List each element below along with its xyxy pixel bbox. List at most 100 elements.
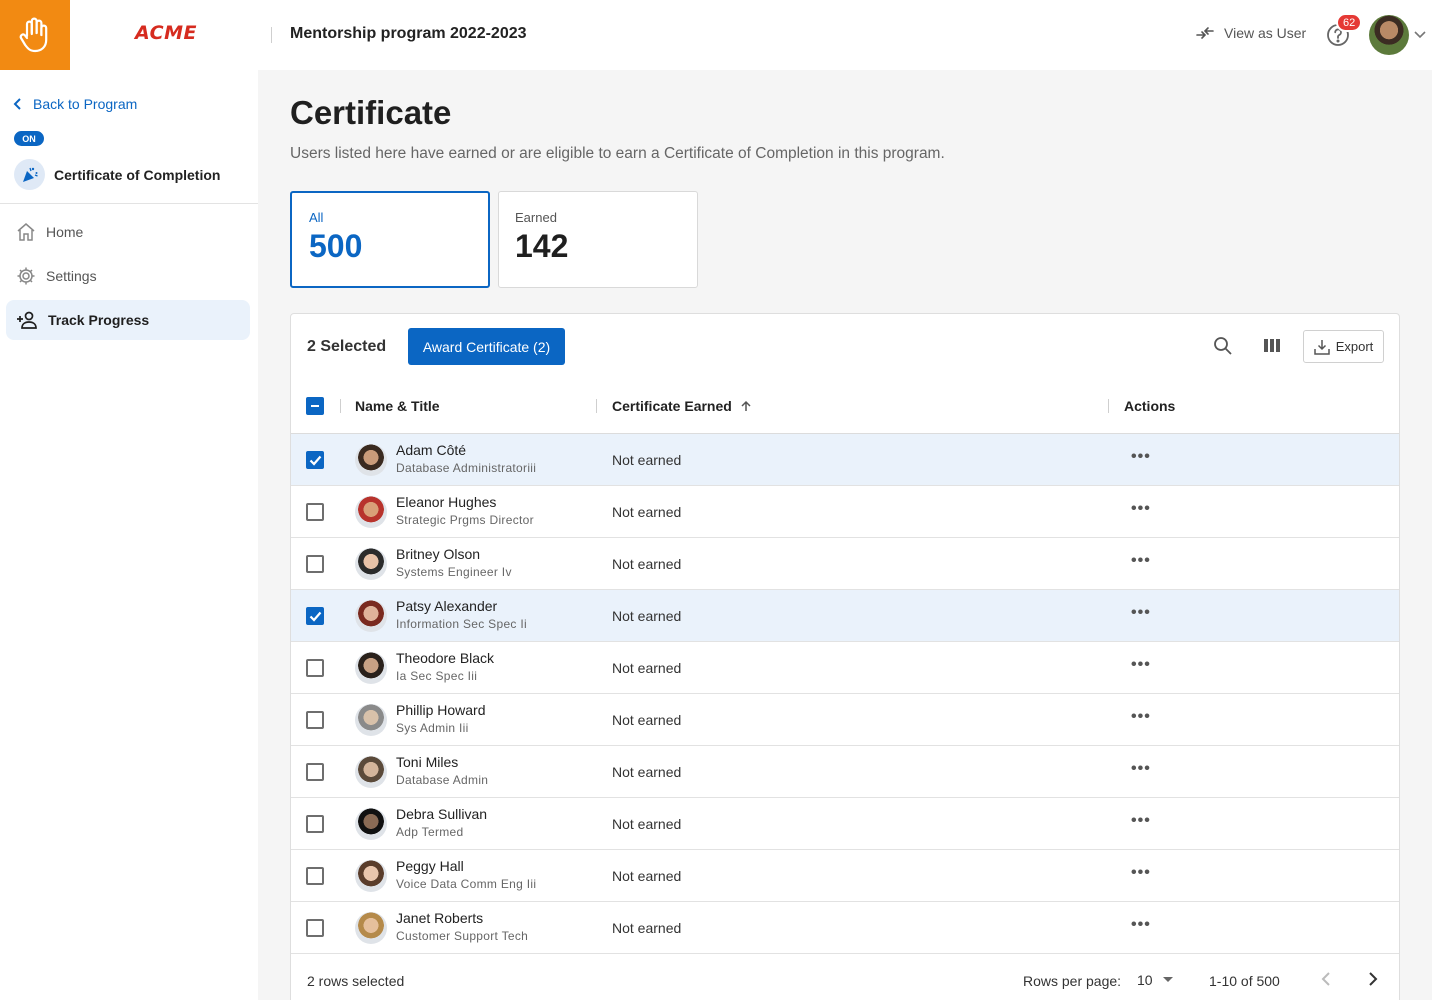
rows-selected-text: 2 rows selected — [307, 973, 405, 989]
user-title: Systems Engineer Iv — [396, 565, 512, 579]
column-divider — [1108, 399, 1109, 413]
more-actions-icon[interactable]: ••• — [1131, 501, 1151, 517]
rows-per-page-label: Rows per page: — [1023, 973, 1122, 989]
export-label: Export — [1335, 339, 1374, 354]
check-icon — [309, 455, 321, 466]
table-row[interactable]: Patsy Alexander Information Sec Spec Ii No… — [291, 590, 1399, 642]
certificate-status: Not earned — [612, 504, 682, 520]
user-title: Database Administratoriii — [396, 461, 537, 475]
table-row[interactable]: Debra Sullivan Adp Termed Not earned ••• — [291, 798, 1399, 850]
top-bar: ACME Mentorship program 2022-2023 View a… — [0, 0, 1432, 70]
row-checkbox[interactable] — [306, 815, 324, 833]
more-actions-icon[interactable]: ••• — [1131, 865, 1151, 881]
stat-card-earned[interactable]: Earned 142 — [498, 191, 698, 288]
rows-per-page-select[interactable]: 10 — [1137, 972, 1173, 988]
certificate-status: Not earned — [612, 608, 682, 624]
table-footer: 2 rows selected Rows per page: 10 1-10 o… — [291, 954, 1399, 1000]
export-button[interactable]: Export — [1303, 330, 1384, 363]
user-name: Eleanor Hughes — [396, 494, 497, 510]
avatar — [355, 704, 387, 736]
avatar — [355, 756, 387, 788]
user-avatar[interactable] — [1369, 15, 1409, 55]
user-name: Adam Côté — [396, 442, 467, 458]
view-as-user-button[interactable]: View as User — [1196, 25, 1306, 41]
rows-per-page-value: 10 — [1137, 972, 1153, 988]
column-header-label: Certificate Earned — [612, 398, 732, 414]
more-actions-icon[interactable]: ••• — [1131, 553, 1151, 569]
select-all-checkbox[interactable] — [306, 397, 324, 415]
swap-icon — [1196, 27, 1214, 39]
chevron-down-icon[interactable] — [1413, 29, 1427, 39]
table-row[interactable]: Peggy Hall Voice Data Comm Eng Iii Not ear… — [291, 850, 1399, 902]
row-checkbox[interactable] — [306, 451, 324, 469]
user-name: Debra Sullivan — [396, 806, 488, 822]
avatar — [355, 652, 387, 684]
divider — [0, 203, 258, 204]
back-to-program-link[interactable]: Back to Program — [13, 96, 137, 112]
user-name: Patsy Alexander — [396, 598, 498, 614]
avatar — [355, 444, 387, 476]
user-title: Voice Data Comm Eng Iii — [396, 877, 537, 891]
user-title: Adp Termed — [396, 825, 464, 839]
user-name: Phillip Howard — [396, 702, 486, 718]
row-checkbox[interactable] — [306, 607, 324, 625]
column-header-actions: Actions — [1124, 398, 1176, 414]
stat-card-all[interactable]: All 500 — [290, 191, 490, 288]
user-title: Strategic Prgms Director — [396, 513, 534, 527]
pagination-range: 1-10 of 500 — [1209, 973, 1280, 989]
table-row[interactable]: Phillip Howard Sys Admin Iii Not earned ••• — [291, 694, 1399, 746]
page-title: Certificate — [290, 94, 452, 131]
more-actions-icon[interactable]: ••• — [1131, 917, 1151, 933]
row-checkbox[interactable] — [306, 711, 324, 729]
chevron-right-icon[interactable] — [1367, 971, 1379, 987]
more-actions-icon[interactable]: ••• — [1131, 761, 1151, 777]
hand-logo-icon[interactable] — [0, 0, 70, 70]
users-table: 2 Selected Award Certificate (2) Export … — [290, 313, 1400, 1000]
chevron-left-icon[interactable] — [1320, 971, 1332, 987]
avatar — [355, 600, 387, 632]
table-row[interactable]: Janet Roberts Customer Support Tech Not ea… — [291, 902, 1399, 954]
search-icon[interactable] — [1213, 336, 1233, 356]
caret-down-icon — [1162, 977, 1173, 982]
more-actions-icon[interactable]: ••• — [1131, 449, 1151, 465]
row-checkbox[interactable] — [306, 659, 324, 677]
chevron-left-icon — [13, 98, 21, 110]
table-row[interactable]: Theodore Black Ia Sec Spec Iii Not earned •… — [291, 642, 1399, 694]
certificate-status: Not earned — [612, 452, 682, 468]
row-checkbox[interactable] — [306, 503, 324, 521]
columns-icon[interactable] — [1263, 336, 1281, 354]
column-header-name[interactable]: Name & Title — [355, 398, 440, 414]
more-actions-icon[interactable]: ••• — [1131, 605, 1151, 621]
more-actions-icon[interactable]: ••• — [1131, 709, 1151, 725]
user-name: Janet Roberts — [396, 910, 484, 926]
table-row[interactable]: Toni Miles Database Admin Not earned ••• — [291, 746, 1399, 798]
sidebar-item-label: Track Progress — [48, 312, 150, 328]
award-certificate-button[interactable]: Award Certificate (2) — [408, 328, 565, 365]
stat-label: Earned — [515, 210, 557, 225]
user-title: Sys Admin Iii — [396, 721, 469, 735]
sidebar-item-track-progress[interactable]: Track Progress — [6, 300, 250, 340]
row-checkbox[interactable] — [306, 919, 324, 937]
column-header-certificate[interactable]: Certificate Earned — [612, 398, 752, 414]
row-checkbox[interactable] — [306, 555, 324, 573]
table-row[interactable]: Adam Côté Database Administratoriii Not ea… — [291, 434, 1399, 486]
table-row[interactable]: Eleanor Hughes Strategic Prgms Director No… — [291, 486, 1399, 538]
table-row[interactable]: Britney Olson Systems Engineer Iv Not earn… — [291, 538, 1399, 590]
sidebar-item-home[interactable]: Home — [6, 212, 250, 252]
acme-logo: ACME — [135, 22, 197, 44]
notification-badge: 62 — [1336, 13, 1363, 32]
home-icon — [17, 223, 35, 241]
certificate-status: Not earned — [612, 816, 682, 832]
certificate-header: Certificate of Completion — [14, 159, 220, 190]
sidebar-item-settings[interactable]: Settings — [6, 256, 250, 296]
certificate-status: Not earned — [612, 712, 682, 728]
row-checkbox[interactable] — [306, 867, 324, 885]
arrow-up-icon — [741, 400, 751, 411]
row-checkbox[interactable] — [306, 763, 324, 781]
more-actions-icon[interactable]: ••• — [1131, 813, 1151, 829]
more-actions-icon[interactable]: ••• — [1131, 657, 1151, 673]
status-badge: ON — [14, 131, 44, 146]
page-subtitle: Users listed here have earned or are eli… — [290, 145, 945, 162]
avatar — [355, 548, 387, 580]
check-icon — [309, 611, 321, 622]
